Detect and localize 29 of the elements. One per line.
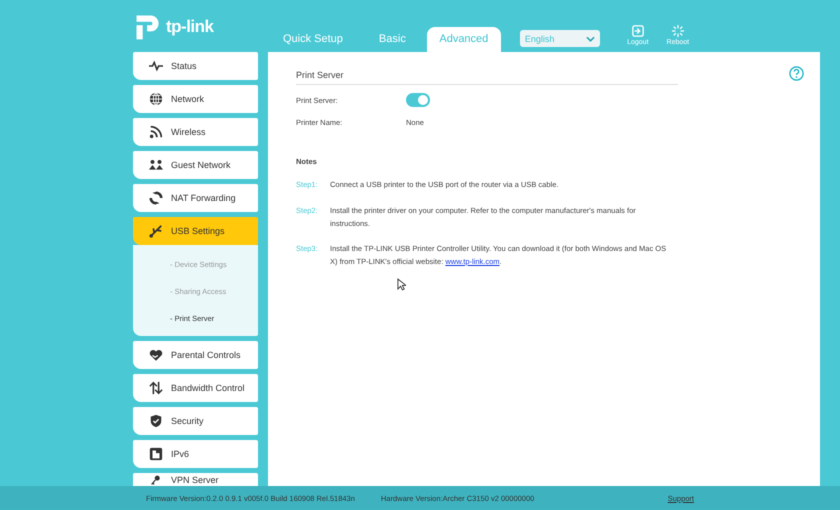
sidebar-item[interactable]: Status [133,52,258,80]
loading-icon [672,25,684,37]
document-icon [149,447,163,461]
sidebar-item[interactable]: USB Settings [133,217,258,245]
sidebar-item[interactable]: Security [133,407,258,435]
sidebar-item[interactable]: IPv6 [133,440,258,468]
sidebar-item[interactable]: VPN Server [133,473,258,486]
sidebar-item[interactable]: Wireless [133,118,258,146]
sidebar-item[interactable]: Parental Controls [133,341,258,369]
logout-icon [632,25,644,37]
cursor-icon [397,278,406,291]
sidebar-item[interactable]: Bandwidth Control [133,374,258,402]
sidebar-item[interactable]: NAT Forwarding [133,184,258,212]
sidebar-item[interactable]: Guest Network [133,151,258,179]
shield-icon [149,414,163,428]
pulse-icon [149,59,163,73]
toggle-switch[interactable] [406,93,430,107]
section-title: Print Server [296,66,678,85]
globe-icon [149,92,163,106]
wifi-icon [149,125,163,139]
heart-icon [149,348,163,362]
users-icon [149,159,163,171]
arrows-icon [149,381,163,395]
caret-icon [586,36,595,42]
usb-icon [149,224,163,238]
cycle-icon [149,191,163,205]
logo-text: tp-link [166,17,214,37]
help-icon[interactable] [789,66,804,81]
sidebar-item[interactable]: Network [133,85,258,113]
